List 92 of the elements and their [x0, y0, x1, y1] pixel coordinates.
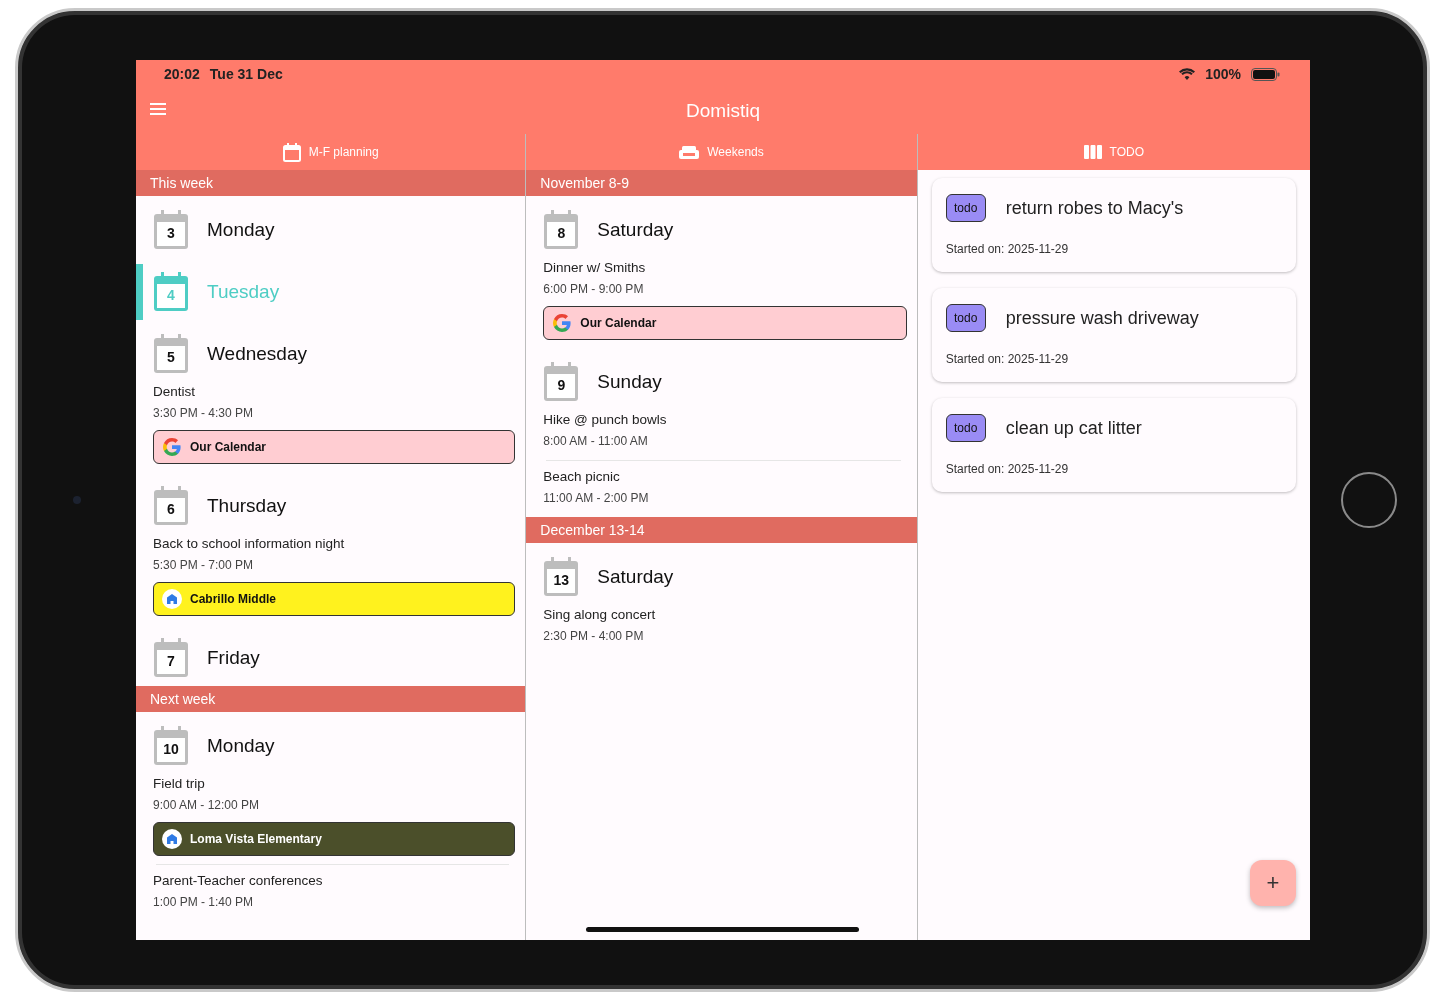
calendar-icon	[543, 362, 580, 402]
calendar-icon	[153, 210, 189, 250]
started-date: Started on: 2025-11-29	[945, 242, 1070, 256]
day-name: Monday	[207, 735, 275, 757]
day-name: Sunday	[597, 371, 662, 393]
event-title: Sing along concert	[543, 606, 657, 624]
day-number: 8	[556, 225, 567, 241]
todo-card[interactable]: todo clean up cat litter Started on: 2025-11-29	[931, 398, 1296, 492]
todo-card[interactable]: todo return robes to Macy's Started on: 2025-11-29	[931, 178, 1296, 272]
section-header: December 13-14	[526, 517, 917, 543]
status-date: Tue 31 Dec	[209, 66, 283, 82]
day-name: Tuesday	[207, 281, 280, 303]
selection-bar	[136, 264, 143, 320]
calendar-icon	[153, 334, 189, 374]
todo-badge: todo	[945, 194, 986, 222]
event-title: Field trip	[153, 775, 206, 793]
section-header: November 8-9	[526, 170, 917, 196]
day-name: Saturday	[597, 566, 674, 588]
day-number: 13	[552, 572, 571, 588]
add-button[interactable]: +	[1250, 860, 1296, 906]
menu-icon[interactable]	[150, 103, 166, 115]
todo-card[interactable]: todo pressure wash driveway Started on: 2025-11-29	[931, 288, 1296, 382]
event-title: Dinner w/ Smiths	[543, 259, 647, 277]
started-date: Started on: 2025-11-29	[945, 352, 1070, 366]
day-number: 7	[166, 653, 176, 669]
day-row[interactable]: 13 Saturday	[526, 549, 917, 605]
day-number: 3	[166, 225, 176, 241]
day-number: 4	[166, 287, 176, 303]
status-time: 20:02	[164, 66, 200, 82]
day-row[interactable]: 3 Monday	[136, 202, 526, 258]
calendar-chip[interactable]: Our Calendar	[543, 306, 907, 340]
event-time: 1:00 PM - 1:40 PM	[153, 894, 255, 911]
event-time: 2:30 PM - 4:00 PM	[543, 628, 645, 645]
day-row[interactable]: 9 Sunday	[526, 354, 917, 410]
calendar-icon	[153, 638, 189, 678]
wifi-icon	[1179, 68, 1196, 80]
calendar-icon	[153, 272, 189, 312]
calendar-chip[interactable]: Our Calendar	[153, 430, 516, 464]
calendar-icon	[282, 142, 301, 162]
todo-title: return robes to Macy's	[1005, 197, 1184, 219]
todo-title: clean up cat litter	[1005, 417, 1142, 439]
todo-badge: todo	[945, 304, 986, 332]
day-name: Monday	[207, 219, 275, 241]
day-number: 5	[166, 349, 176, 365]
event-time: 9:00 AM - 12:00 PM	[153, 797, 261, 814]
todo-title: pressure wash driveway	[1005, 307, 1199, 329]
event-title: Hike @ punch bowls	[543, 411, 668, 429]
event-time: 6:00 PM - 9:00 PM	[543, 281, 645, 298]
day-name: Wednesday	[207, 343, 307, 365]
event-title: Back to school information night	[153, 535, 346, 553]
section-header: This week	[136, 170, 526, 196]
calendar-label: Our Calendar	[190, 440, 267, 454]
event-title: Dentist	[153, 383, 197, 401]
day-number: 9	[556, 377, 567, 393]
started-date: Started on: 2025-11-29	[945, 462, 1070, 476]
day-name: Thursday	[207, 495, 287, 517]
school-icon	[162, 589, 182, 609]
columns-icon	[1083, 145, 1102, 159]
day-name: Saturday	[597, 219, 674, 241]
day-row[interactable]: 5 Wednesday	[136, 326, 526, 382]
day-row[interactable]: 8 Saturday	[526, 202, 917, 258]
camera-dot	[73, 496, 81, 504]
day-row[interactable]: 10 Monday	[136, 718, 526, 774]
event-time: 11:00 AM - 2:00 PM	[543, 490, 650, 507]
battery-percent: 100%	[1205, 66, 1241, 82]
calendar-label: Loma Vista Elementary	[190, 832, 322, 846]
school-icon	[162, 829, 182, 849]
calendar-chip[interactable]: Cabrillo Middle	[153, 582, 516, 616]
calendar-chip[interactable]: Loma Vista Elementary	[153, 822, 516, 856]
todo-badge: todo	[945, 414, 986, 442]
event-time: 8:00 AM - 11:00 AM	[543, 433, 649, 450]
calendar-label: Cabrillo Middle	[190, 592, 276, 606]
day-number: 10	[162, 741, 180, 757]
battery-icon	[1251, 67, 1280, 81]
calendar-icon	[543, 557, 580, 597]
event-title: Beach picnic	[543, 468, 621, 486]
day-row[interactable]: 7 Friday	[136, 630, 526, 686]
app-title: Domistiq	[686, 100, 760, 122]
calendar-icon	[543, 210, 580, 250]
calendar-icon	[153, 486, 189, 526]
calendar-icon	[153, 726, 189, 766]
home-button[interactable]	[1340, 472, 1397, 528]
day-number: 6	[166, 501, 176, 517]
calendar-label: Our Calendar	[580, 316, 657, 330]
section-header: Next week	[136, 686, 526, 712]
event-time: 5:30 PM - 7:00 PM	[153, 557, 255, 574]
google-logo-icon	[552, 313, 573, 333]
event-title: Parent-Teacher conferences	[153, 872, 324, 890]
day-name: Friday	[207, 647, 260, 669]
day-row[interactable]: 6 Thursday	[136, 478, 526, 534]
event-time: 3:30 PM - 4:30 PM	[153, 405, 255, 422]
google-logo-icon	[162, 437, 182, 457]
